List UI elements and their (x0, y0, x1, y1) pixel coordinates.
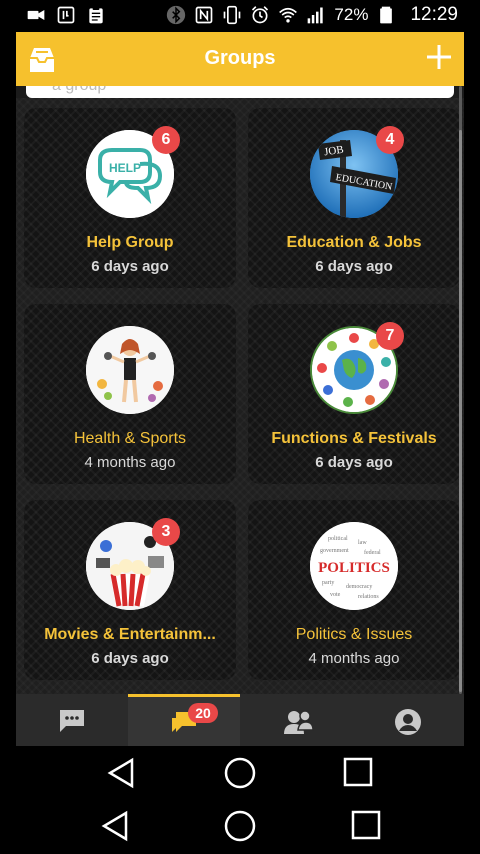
home-icon[interactable] (223, 756, 257, 790)
page-title: Groups (204, 47, 276, 69)
unread-badge: 20 (188, 703, 218, 723)
group-name: Functions & Festivals (271, 430, 437, 447)
battery-icon (380, 6, 393, 24)
bottom-tab-bar: 20 (16, 694, 464, 746)
group-time: 6 days ago (91, 258, 169, 275)
group-time: 4 months ago (84, 454, 176, 471)
people-icon (284, 710, 314, 734)
home-icon[interactable] (223, 809, 257, 843)
svg-text:vote: vote (330, 592, 341, 598)
group-time: 6 days ago (315, 258, 393, 275)
group-card-help[interactable]: HELP 6 Help Group 6 days ago (24, 108, 236, 288)
tab-chats[interactable] (16, 694, 128, 746)
bluetooth-icon (167, 5, 186, 25)
group-name: Health & Sports (73, 430, 187, 447)
group-card-politics[interactable]: political law government federal party demo… (248, 500, 460, 680)
sim-toolkit-icon (57, 6, 75, 24)
video-camera-icon (27, 10, 45, 20)
group-time: 6 days ago (315, 454, 393, 471)
system-nav-bar-secondary (0, 800, 480, 854)
group-card-health[interactable]: Health & Sports 4 months ago (24, 304, 236, 484)
plus-icon[interactable] (424, 42, 454, 72)
scrollbar-thumb[interactable] (459, 130, 462, 692)
back-icon[interactable] (100, 810, 130, 842)
group-card-education[interactable]: JOB EDUCATION 4 Education & Jobs 6 days … (248, 108, 460, 288)
svg-text:relations: relations (358, 594, 379, 600)
fitness-woman-avatar (86, 326, 174, 414)
svg-text:federal: federal (364, 549, 381, 556)
nfc-icon (196, 6, 213, 24)
recents-icon[interactable] (350, 809, 382, 841)
unread-badge: 6 (152, 126, 180, 154)
recents-icon[interactable] (342, 756, 374, 788)
group-name: Help Group (86, 234, 174, 251)
group-time: 4 months ago (308, 650, 400, 667)
unread-badge: 4 (376, 126, 404, 154)
clock: 12:29 (410, 4, 458, 25)
signal-icon (308, 7, 324, 24)
app-header: Groups (16, 32, 464, 86)
svg-text:democracy: democracy (346, 584, 372, 590)
politics-avatar-text: POLITICS (318, 560, 390, 576)
unread-badge: 7 (376, 322, 404, 350)
group-name: Movies & Entertainm... (44, 626, 216, 643)
clipboard-icon (89, 6, 103, 24)
svg-text:party: party (322, 580, 334, 586)
vibrate-icon (224, 5, 241, 25)
back-icon[interactable] (106, 757, 136, 789)
svg-text:law: law (358, 540, 367, 546)
group-name: Education & Jobs (286, 234, 422, 251)
search-input[interactable]: a group (26, 86, 454, 98)
battery-percent: 72% (334, 5, 369, 24)
svg-text:government: government (320, 548, 349, 554)
tab-profile[interactable] (352, 694, 464, 746)
alarm-icon (252, 6, 269, 24)
tab-groups[interactable]: 20 (128, 694, 240, 746)
system-nav-bar (0, 746, 480, 800)
wifi-icon (279, 7, 298, 23)
unread-badge: 3 (152, 518, 180, 546)
group-card-movies[interactable]: 3 Movies & Entertainm... 6 days ago (24, 500, 236, 680)
group-card-festivals[interactable]: 7 Functions & Festivals 6 days ago (248, 304, 460, 484)
politics-wordcloud-avatar: political law government federal party demo… (310, 522, 398, 610)
status-bar: 72% 12:29 (0, 0, 480, 32)
tab-contacts[interactable] (240, 694, 352, 746)
help-avatar-text: HELP (109, 161, 141, 175)
account-circle-icon (395, 709, 421, 735)
groups-grid: HELP 6 Help Group 6 days ago JOB EDUCATI… (16, 98, 464, 694)
app-window: Groups a group HELP 6 Help Group 6 days … (16, 32, 464, 746)
group-time: 6 days ago (91, 650, 169, 667)
group-name: Politics & Issues (295, 626, 413, 643)
svg-text:political: political (328, 536, 348, 542)
chat-bubble-icon (60, 710, 84, 732)
